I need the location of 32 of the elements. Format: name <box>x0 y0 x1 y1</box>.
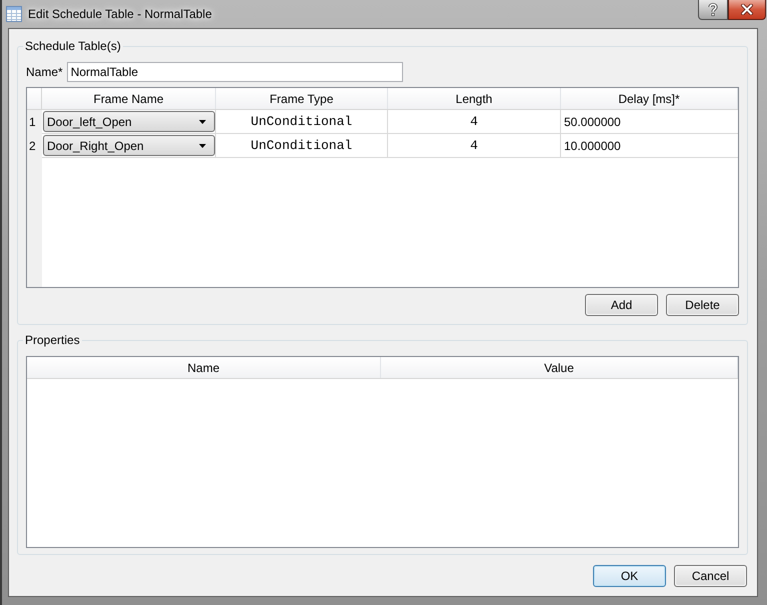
column-header[interactable]: Length <box>388 88 561 109</box>
table-cell: 10.000000 <box>561 134 738 158</box>
dialog-button[interactable]: Add <box>585 294 658 316</box>
group-title: Schedule Table(s) <box>23 38 123 54</box>
column-header[interactable]: Value <box>381 357 738 378</box>
name-label: Name* <box>26 64 63 81</box>
frame-name-dropdown[interactable]: Door_left_Open <box>43 111 215 132</box>
group-title: Properties <box>23 332 82 348</box>
frame-name-dropdown[interactable]: Door_Right_Open <box>43 135 215 156</box>
dialog-button[interactable]: Delete <box>666 294 739 316</box>
name-field[interactable]: NormalTable <box>66 62 403 82</box>
caret-down-icon <box>199 120 206 124</box>
column-header[interactable]: Frame Type <box>216 88 388 109</box>
close-icon <box>741 4 753 15</box>
window-title: Edit Schedule Table - NormalTable <box>28 6 212 22</box>
row-number: 1 <box>28 114 37 131</box>
table-icon <box>6 6 22 22</box>
help-icon <box>708 3 718 16</box>
table-cell: UnConditional <box>216 110 388 134</box>
table-cell: 50.000000 <box>561 110 738 134</box>
close-button[interactable] <box>728 0 766 20</box>
table-cell: UnConditional <box>216 134 388 158</box>
dialog-button[interactable]: Cancel <box>674 565 747 587</box>
row-number: 2 <box>28 138 37 155</box>
column-header[interactable]: Name <box>27 357 381 378</box>
table-cell: 4 <box>388 134 561 158</box>
table-cell: 4 <box>388 110 561 134</box>
dialog-button[interactable]: OK <box>593 565 666 587</box>
caret-down-icon <box>199 144 206 148</box>
column-header[interactable]: Frame Name <box>42 88 216 109</box>
column-header[interactable]: Delay [ms]* <box>561 88 738 109</box>
help-button[interactable] <box>698 0 728 20</box>
